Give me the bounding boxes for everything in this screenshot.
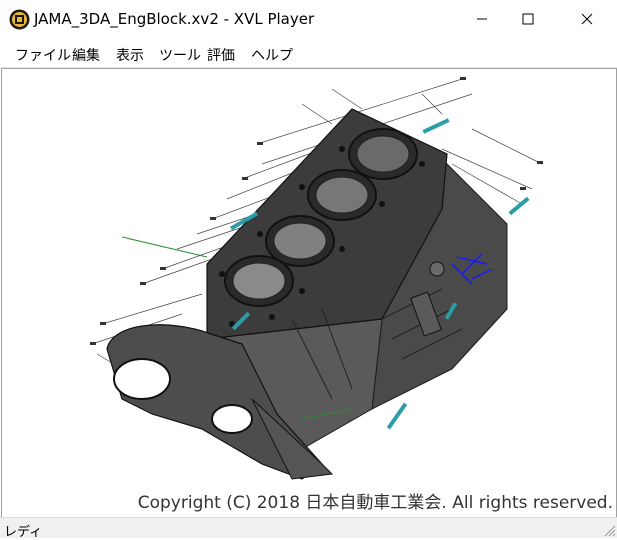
- minimize-icon: [477, 18, 487, 20]
- close-icon: [581, 13, 593, 25]
- engine-block-3d-model[interactable]: [2, 69, 616, 517]
- menu-edit[interactable]: 編集: [72, 45, 100, 65]
- minimize-button[interactable]: [459, 0, 505, 38]
- xvl-player-icon: [9, 9, 30, 30]
- status-text: レディ: [4, 525, 43, 540]
- close-button[interactable]: [564, 0, 610, 38]
- xvl-player-window: JAMA_3DA_EngBlock.xv2 - XVL Player ファイル …: [0, 0, 617, 540]
- maximize-icon: [522, 13, 534, 25]
- menu-tools[interactable]: ツール: [159, 45, 201, 65]
- menu-view[interactable]: 表示: [116, 45, 144, 65]
- status-bar: レディ: [0, 517, 617, 540]
- menu-help[interactable]: ヘルプ: [251, 45, 293, 65]
- resize-grip-icon[interactable]: [602, 523, 616, 537]
- menu-bar: ファイル 編集 表示 ツール 評価 ヘルプ: [0, 39, 617, 68]
- menu-evaluate[interactable]: 評価: [207, 45, 235, 65]
- 3d-viewport[interactable]: Copyright (C) 2018 日本自動車工業会. All rights …: [1, 68, 617, 518]
- title-bar[interactable]: JAMA_3DA_EngBlock.xv2 - XVL Player: [0, 0, 617, 39]
- window-title: JAMA_3DA_EngBlock.xv2 - XVL Player: [34, 10, 315, 28]
- menu-file[interactable]: ファイル: [15, 45, 71, 65]
- copyright-notice: Copyright (C) 2018 日本自動車工業会. All rights …: [137, 493, 613, 513]
- engine-block: [106, 108, 508, 480]
- maximize-button[interactable]: [505, 0, 551, 38]
